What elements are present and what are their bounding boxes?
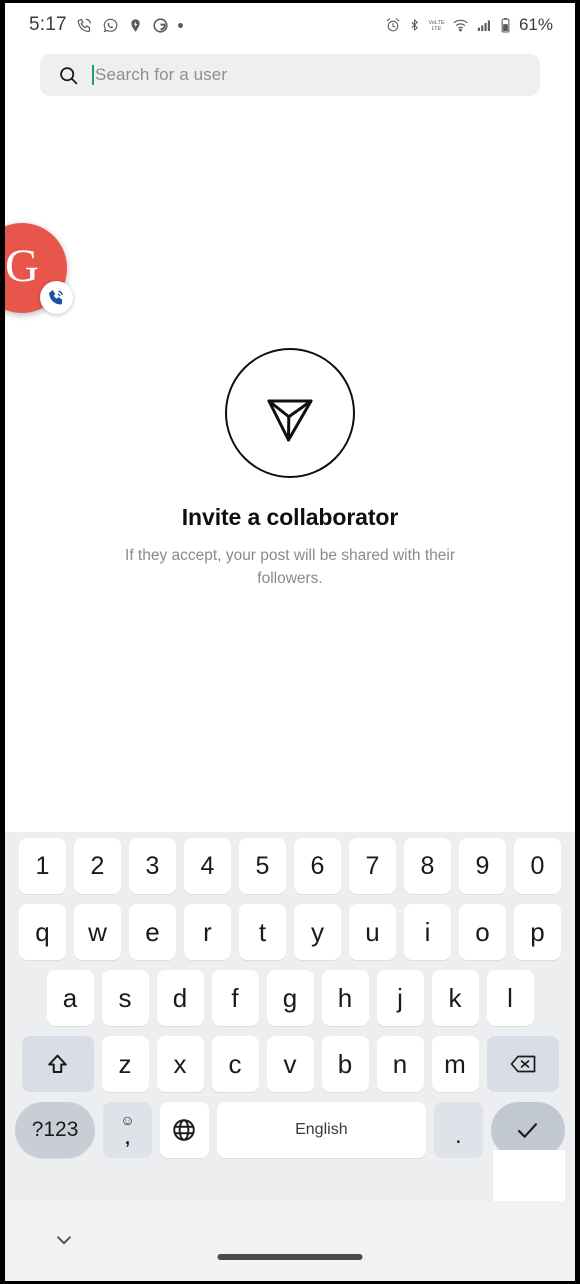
bubble-letter: G (5, 240, 39, 292)
svg-text:VoLTE: VoLTE (428, 20, 444, 26)
key-i[interactable]: i (404, 904, 451, 960)
period-key[interactable]: . (433, 1102, 483, 1158)
location-pin-icon (131, 18, 140, 32)
key-m[interactable]: m (431, 1036, 479, 1092)
key-8[interactable]: 8 (404, 838, 451, 894)
key-4[interactable]: 4 (184, 838, 231, 894)
key-9[interactable]: 9 (459, 838, 506, 894)
keyboard-row-asdf: a s d f g h j k l (5, 970, 575, 1026)
empty-state: Invite a collaborator If they accept, yo… (5, 348, 575, 591)
battery-icon (501, 17, 510, 33)
key-d[interactable]: d (156, 970, 204, 1026)
spacebar-key[interactable]: English (216, 1102, 426, 1158)
language-switch-key[interactable] (159, 1102, 209, 1158)
home-gesture-bar[interactable] (217, 1254, 363, 1260)
chevron-down-icon (57, 1236, 71, 1245)
phone-call-icon (77, 18, 91, 32)
emoji-smiley-icon: ☺ (120, 1112, 135, 1128)
search-bar-container[interactable]: Search for a user (40, 54, 540, 96)
page-subtitle: If they accept, your post will be shared… (125, 547, 455, 588)
key-7[interactable]: 7 (349, 838, 396, 894)
key-b[interactable]: b (321, 1036, 369, 1092)
keyboard-row-qwerty: q w e r t y u i o p (5, 904, 575, 960)
key-o[interactable]: o (459, 904, 506, 960)
key-a[interactable]: a (46, 970, 94, 1026)
status-clock: 5:17 (29, 14, 67, 35)
key-5[interactable]: 5 (239, 838, 286, 894)
key-r[interactable]: r (184, 904, 231, 960)
keyboard-row-numbers: 1 2 3 4 5 6 7 8 9 0 (5, 838, 575, 894)
globe-language-icon (173, 1119, 196, 1141)
backspace-icon (510, 1055, 535, 1073)
key-w[interactable]: w (74, 904, 121, 960)
key-k[interactable]: k (431, 970, 479, 1026)
search-bar[interactable]: Search for a user (40, 54, 540, 96)
comma-label: , (125, 1128, 131, 1148)
search-icon (60, 66, 78, 84)
bluetooth-icon (411, 19, 418, 31)
key-l[interactable]: l (486, 970, 534, 1026)
cellular-signal-icon (477, 20, 490, 31)
status-bar-left: 5:17 (29, 14, 183, 36)
key-e[interactable]: e (129, 904, 176, 960)
text-caret (92, 65, 94, 85)
key-1[interactable]: 1 (19, 838, 66, 894)
phone-screen: 5:17 VoLTE LTE 61% Search for a user G I… (0, 0, 580, 1284)
key-p[interactable]: p (514, 904, 561, 960)
floating-call-bubble[interactable]: G (5, 223, 73, 314)
keyboard-row-bottom: ?123 ☺ , English . (5, 1102, 575, 1158)
status-bar-right: VoLTE LTE 61% (385, 15, 553, 35)
key-t[interactable]: t (239, 904, 286, 960)
google-icon (153, 17, 168, 33)
battery-percent-label: 61% (518, 15, 553, 34)
paper-plane-circle-icon (225, 348, 355, 478)
search-input[interactable]: Search for a user (92, 54, 522, 96)
svg-text:LTE: LTE (432, 26, 442, 32)
wifi-icon (453, 19, 468, 32)
key-6[interactable]: 6 (294, 838, 341, 894)
bubble-call-badge (40, 281, 73, 314)
backspace-key[interactable] (486, 1036, 559, 1092)
page-title: Invite a collaborator (181, 504, 399, 530)
key-n[interactable]: n (376, 1036, 424, 1092)
emoji-comma-key[interactable]: ☺ , (103, 1102, 152, 1158)
key-z[interactable]: z (101, 1036, 149, 1092)
key-2[interactable]: 2 (74, 838, 121, 894)
key-v[interactable]: v (266, 1036, 314, 1092)
system-navigation-bar (5, 1201, 575, 1281)
dot-icon (177, 22, 183, 28)
key-h[interactable]: h (321, 970, 369, 1026)
key-u[interactable]: u (349, 904, 396, 960)
alarm-icon (386, 18, 400, 32)
checkmark-icon (518, 1122, 538, 1138)
shift-up-arrow-icon (48, 1054, 67, 1073)
key-0[interactable]: 0 (514, 838, 561, 894)
symbols-key[interactable]: ?123 (15, 1102, 96, 1158)
key-q[interactable]: q (19, 904, 66, 960)
key-g[interactable]: g (266, 970, 314, 1026)
search-placeholder: Search for a user (95, 65, 228, 84)
key-y[interactable]: y (294, 904, 341, 960)
key-f[interactable]: f (211, 970, 259, 1026)
whatsapp-icon (103, 18, 118, 32)
key-j[interactable]: j (376, 970, 424, 1026)
keyboard-row-zxcv: z x c v b n m (5, 1036, 575, 1092)
key-s[interactable]: s (101, 970, 149, 1026)
key-x[interactable]: x (156, 1036, 204, 1092)
shift-key[interactable] (21, 1036, 94, 1092)
hide-keyboard-button[interactable] (49, 1225, 79, 1255)
status-bar: 5:17 VoLTE LTE 61% (5, 3, 575, 47)
key-3[interactable]: 3 (129, 838, 176, 894)
key-c[interactable]: c (211, 1036, 259, 1092)
phone-call-icon (49, 289, 63, 305)
volte-icon: VoLTE LTE (428, 20, 444, 32)
